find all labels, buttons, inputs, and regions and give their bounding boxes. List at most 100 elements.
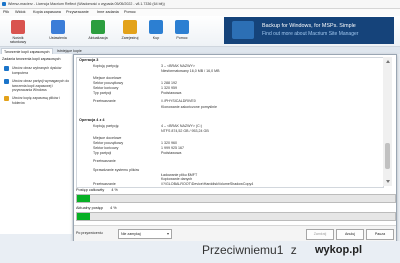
scroll-down-icon[interactable] bbox=[386, 180, 390, 183]
register-label: Zarejestruj bbox=[121, 36, 139, 40]
clone-progress-dialog: Operacja 3 Kopiuję partycję 3 – <BRAK NA… bbox=[73, 54, 397, 242]
task-file-backup-label: Utwórz kopię zapasową plików i folderów bbox=[12, 96, 60, 105]
after-restore-value: Nie zamykaj bbox=[121, 232, 141, 236]
detail-value: Kopiowanie danych bbox=[161, 177, 193, 181]
detail-value: 3 – <BRAK NAZWY> bbox=[161, 64, 195, 68]
settings-button[interactable]: Ustawienia bbox=[44, 18, 72, 44]
detail-value: Niesformatowany 16,0 MB / 16,0 MB bbox=[161, 69, 220, 73]
task-image-windows[interactable]: Utwórz obraz partycji wymaganych do twor… bbox=[4, 79, 70, 93]
detail-value: Podstawowa bbox=[161, 151, 182, 155]
rescue-media-icon bbox=[11, 20, 25, 34]
menu-other-tasks[interactable]: Inne zadania bbox=[97, 10, 119, 14]
detail-value: NTFS 874,52 GB / 953,24 GB bbox=[161, 129, 209, 133]
backup-tasks-panel: Zadania tworzenia kopii zapasowych Utwór… bbox=[0, 54, 72, 234]
update-label: Aktualizacja bbox=[88, 36, 108, 40]
scroll-up-icon[interactable] bbox=[386, 60, 390, 63]
tab-strip: Tworzenie kopii zapasowych Istniejące ko… bbox=[0, 47, 400, 55]
help-button[interactable]: Pomoc bbox=[168, 18, 196, 44]
menu-backup[interactable]: Kopia zapasowa bbox=[33, 10, 61, 14]
current-progress-percent: 4 % bbox=[110, 206, 117, 210]
operation-3-title: Operacja 3 bbox=[79, 58, 99, 62]
detail-value: \\?\GLOBALROOT\Device\HarddiskVolumeShad… bbox=[161, 182, 254, 186]
overall-progress-text: Postęp całkowity bbox=[76, 188, 105, 192]
task-file-backup[interactable]: Utwórz kopię zapasową plików i folderów bbox=[4, 96, 70, 105]
detail-key: Typ partycji bbox=[93, 151, 112, 155]
scroll-thumb[interactable] bbox=[385, 143, 390, 169]
watermark-separator: z bbox=[290, 243, 297, 257]
detail-value: 1 320 960 bbox=[161, 141, 177, 145]
rescue-media-button[interactable]: Nośnik ratunkowy bbox=[4, 18, 32, 44]
buy-icon bbox=[149, 20, 163, 34]
settings-label: Ustawienia bbox=[49, 36, 67, 40]
help-icon bbox=[175, 20, 189, 34]
detail-key: Sprawdzanie systemu plików bbox=[93, 168, 140, 172]
advert-line-2: Find out more about Macrium Site Manager bbox=[262, 31, 359, 37]
after-restore-select[interactable]: Nie zamykaj bbox=[118, 229, 172, 239]
folder-icon bbox=[4, 96, 9, 101]
menu-help[interactable]: Pomoc bbox=[124, 10, 136, 14]
detail-key: Sektor początkowy bbox=[93, 141, 124, 145]
overall-progress-label: Postęp całkowity 4 % bbox=[76, 188, 118, 192]
detail-value: Podstawowa bbox=[161, 91, 182, 95]
app-icon bbox=[2, 2, 6, 6]
task-image-windows-label: Utwórz obraz partycji wymaganych do twor… bbox=[12, 79, 70, 93]
cancel-button[interactable]: Anuluj bbox=[336, 229, 364, 240]
menu-view[interactable]: Widok bbox=[15, 10, 26, 14]
app-window: Wiersz-macierz - Licencja Macrium Reflec… bbox=[0, 0, 400, 263]
buy-button[interactable]: Kup bbox=[142, 18, 170, 44]
help-label: Pomoc bbox=[176, 36, 188, 40]
detail-key: Typ partycji bbox=[93, 91, 112, 95]
overall-progress-percent: 4 % bbox=[111, 188, 118, 192]
current-progress-text: Aktualny postęp bbox=[76, 206, 104, 210]
advert-banner[interactable]: Backup for Windows, for MSPs. Simple Fin… bbox=[224, 17, 394, 44]
dialog-footer: Po przywróceniu Nie zamykaj Zamknij Anul… bbox=[74, 225, 396, 242]
task-image-disks-label: Utwórz obraz wybranych dysków komputera bbox=[12, 66, 62, 75]
buy-label: Kup bbox=[152, 36, 160, 40]
detail-key: Przetwarzanie bbox=[93, 99, 116, 103]
detail-key: Kopiuję partycję bbox=[93, 124, 119, 128]
details-scrollbar[interactable] bbox=[383, 57, 392, 186]
detail-key: Miejsce docelowe bbox=[93, 76, 122, 80]
menu-file[interactable]: Plik bbox=[3, 10, 9, 14]
watermark-author-name: Przeciwniemu1 bbox=[202, 243, 284, 257]
disk-image-icon bbox=[4, 66, 9, 71]
update-button[interactable]: Aktualizacja bbox=[84, 18, 112, 44]
register-button[interactable]: Zarejestruj bbox=[116, 18, 144, 44]
current-progress-fill bbox=[77, 213, 90, 220]
chevron-down-icon bbox=[167, 233, 169, 235]
after-restore-label: Po przywróceniu bbox=[76, 231, 103, 235]
register-icon bbox=[123, 20, 137, 34]
title-bar: Wiersz-macierz - Licencja Macrium Reflec… bbox=[0, 0, 400, 9]
close-button[interactable]: Zamknij bbox=[306, 229, 334, 240]
detail-value: Klonowanie zakończone pomyślnie bbox=[161, 105, 217, 109]
operation-4-title: Operacja 4 z 4 bbox=[79, 118, 105, 122]
settings-icon bbox=[51, 20, 65, 34]
menu-bar: Plik Widok Kopia zapasowa Przywracanie I… bbox=[0, 9, 400, 16]
watermark-author: Przeciwniemu1 z bbox=[202, 243, 297, 257]
current-progress-bar bbox=[76, 212, 396, 221]
detail-key: Przetwarzanie bbox=[93, 159, 116, 163]
overall-progress-fill bbox=[77, 195, 90, 202]
detail-key: Miejsce docelowe bbox=[93, 136, 122, 140]
advert-line-1: Backup for Windows, for MSPs. Simple bbox=[262, 23, 356, 29]
detail-key: Sektor końcowy bbox=[93, 86, 119, 90]
operation-details: Operacja 3 Kopiuję partycję 3 – <BRAK NA… bbox=[76, 57, 384, 188]
window-title: Wiersz-macierz - Licencja Macrium Reflec… bbox=[8, 2, 165, 6]
backup-tasks-heading: Zadania tworzenia kopii zapasowych bbox=[2, 57, 61, 61]
update-icon bbox=[91, 20, 105, 34]
detail-value: 4 – <BRAK NAZWY> (C:) bbox=[161, 124, 202, 128]
menu-restore[interactable]: Przywracanie bbox=[66, 10, 89, 14]
server-icon bbox=[232, 21, 254, 39]
detail-value: 1 320 959 bbox=[161, 86, 177, 90]
detail-value: \\.\PHYSICALDRIVE0 bbox=[161, 99, 196, 103]
overall-progress-bar bbox=[76, 194, 396, 203]
rescue-media-label: Nośnik ratunkowy bbox=[9, 36, 27, 44]
detail-value: 1 288 192 bbox=[161, 81, 177, 85]
current-progress-label: Aktualny postęp 4 % bbox=[76, 206, 117, 210]
detail-key: Przetwarzanie bbox=[93, 182, 116, 186]
task-image-disks[interactable]: Utwórz obraz wybranych dysków komputera bbox=[4, 66, 70, 76]
detail-value: 1 999 925 167 bbox=[161, 146, 184, 150]
wykop-logo: wykop.pl bbox=[315, 244, 363, 256]
windows-icon bbox=[4, 79, 9, 84]
pause-button[interactable]: Pauza bbox=[366, 229, 394, 240]
